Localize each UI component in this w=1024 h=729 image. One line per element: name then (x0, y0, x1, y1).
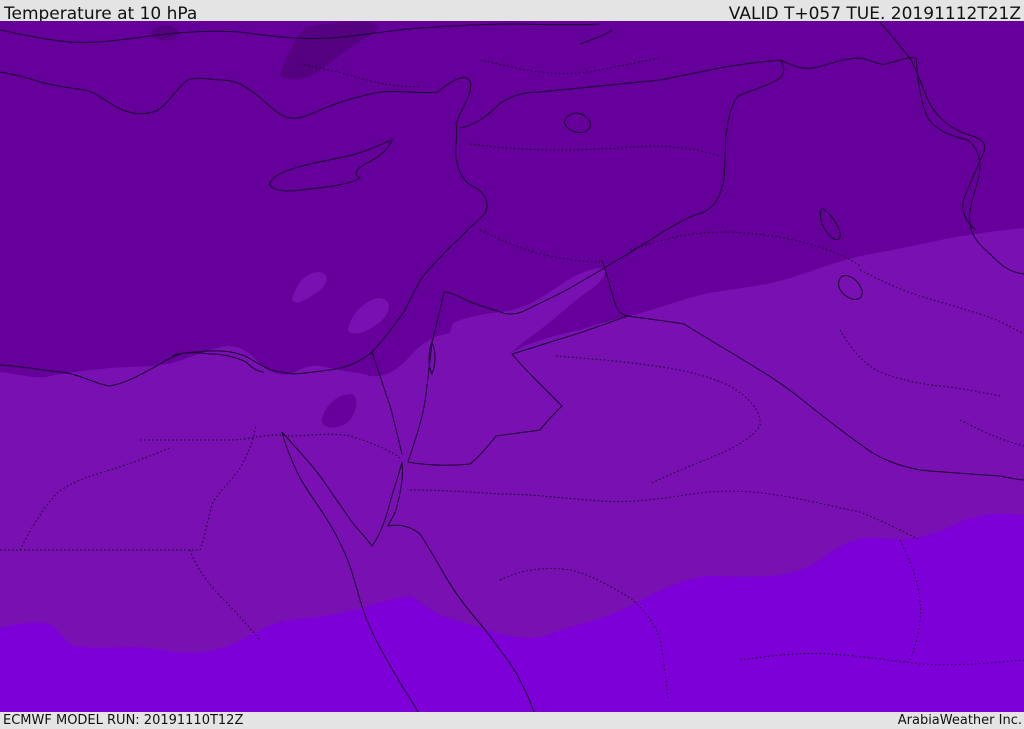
credit-label: ArabiaWeather Inc. (897, 713, 1022, 728)
model-run-label: ECMWF MODEL RUN: 20191110T12Z (3, 713, 244, 728)
header-bar: Temperature at 10 hPa VALID T+057 TUE. 2… (0, 0, 1024, 24)
map-canvas[interactable] (0, 21, 1024, 712)
footer-bar: ECMWF MODEL RUN: 20191110T12Z ArabiaWeat… (0, 712, 1024, 729)
